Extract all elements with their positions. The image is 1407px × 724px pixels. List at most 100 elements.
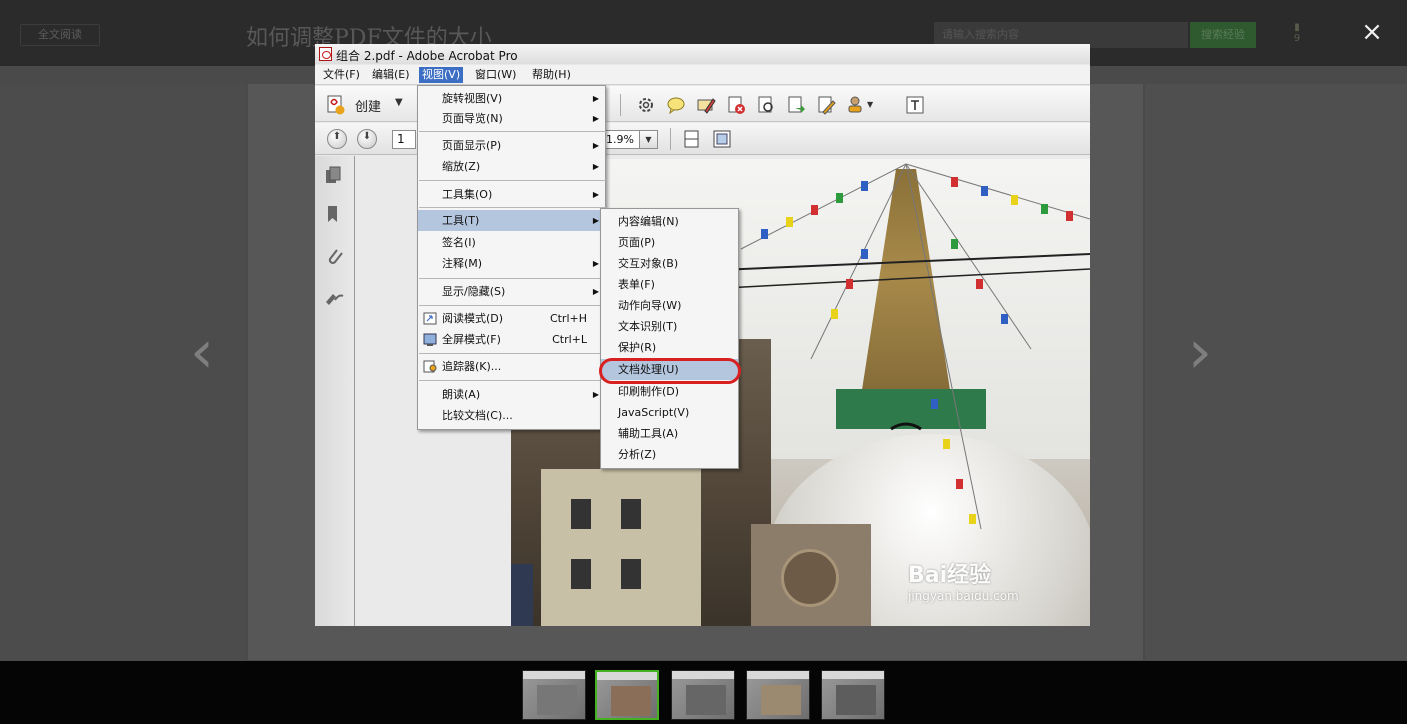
- read-mode-icon: [423, 312, 437, 325]
- menubar: 文件(F) 编辑(E) 视图(V) 窗口(W) 帮助(H): [315, 65, 1090, 85]
- submenu-item-action-wizard[interactable]: 动作向导(W): [601, 295, 738, 316]
- menu-item-read-aloud[interactable]: 朗读(A) ▶: [418, 384, 605, 405]
- submenu-arrow-icon: ▶: [592, 141, 599, 150]
- fulltext-read-button[interactable]: 全文阅读: [20, 24, 100, 46]
- menu-separator: [419, 207, 606, 208]
- previous-page-button[interactable]: ⬆: [327, 129, 347, 149]
- toolbar-separator: [670, 128, 671, 150]
- menu-help[interactable]: 帮助(H): [529, 67, 574, 83]
- arrow-down-icon: ⬇: [362, 131, 372, 142]
- create-pdf-icon[interactable]: [326, 94, 346, 116]
- signatures-icon[interactable]: [323, 286, 345, 308]
- window-titlebar: 组合 2.pdf - Adobe Acrobat Pro: [315, 44, 1090, 64]
- arrow-up-icon: ⬆: [332, 131, 342, 142]
- menu-item-page-display[interactable]: 页面显示(P) ▶: [418, 135, 605, 156]
- menu-separator: [419, 278, 606, 279]
- menu-item-comment[interactable]: 注释(M) ▶: [418, 253, 605, 274]
- submenu-item-forms[interactable]: 表单(F): [601, 274, 738, 295]
- menu-item-sign[interactable]: 签名(I): [418, 232, 605, 253]
- menu-edit[interactable]: 编辑(E): [369, 67, 413, 83]
- thumbnail-3[interactable]: [671, 670, 735, 720]
- submenu-item-analyze[interactable]: 分析(Z): [601, 444, 738, 465]
- menu-item-rotate-view[interactable]: 旋转视图(V) ▶: [418, 88, 605, 109]
- thumbnail-2[interactable]: [595, 670, 659, 720]
- previous-image-arrow-icon[interactable]: ‹: [190, 322, 214, 382]
- create-button[interactable]: 创建: [355, 96, 381, 115]
- menu-file[interactable]: 文件(F): [320, 67, 363, 83]
- submenu-arrow-icon: ▶: [592, 259, 599, 268]
- submenu-item-javascript[interactable]: JavaScript(V): [601, 402, 738, 423]
- menu-window[interactable]: 窗口(W): [472, 67, 519, 83]
- menu-item-full-screen[interactable]: 全屏模式(F) Ctrl+L: [418, 329, 605, 350]
- menu-item-read-mode[interactable]: 阅读模式(D) Ctrl+H: [418, 308, 605, 329]
- menu-item-show-hide[interactable]: 显示/隐藏(S) ▶: [418, 281, 605, 302]
- acrobat-app-icon: [319, 47, 332, 61]
- submenu-arrow-icon: ▶: [592, 162, 599, 171]
- page-search-icon[interactable]: [755, 94, 777, 116]
- submenu-item-content-editing[interactable]: 内容编辑(N): [601, 211, 738, 232]
- tracker-icon: [423, 360, 437, 373]
- like-count[interactable]: ▮ 9: [1286, 22, 1308, 44]
- window-title: 组合 2.pdf - Adobe Acrobat Pro: [336, 49, 518, 63]
- fit-width-icon[interactable]: [681, 128, 703, 150]
- submenu-item-text-recognition[interactable]: 文本识别(T): [601, 316, 738, 337]
- thumbnail-1[interactable]: [522, 670, 586, 720]
- attachments-icon[interactable]: [323, 245, 345, 267]
- tools-submenu-dropdown: 内容编辑(N) 页面(P) 交互对象(B) 表单(F) 动作向导(W) 文本识别…: [600, 208, 739, 469]
- submenu-arrow-icon: ▶: [592, 390, 599, 399]
- toolbar-separator: [620, 94, 621, 116]
- menu-item-page-navigation[interactable]: 页面导览(N) ▶: [418, 108, 605, 129]
- text-tool-icon[interactable]: [904, 94, 926, 116]
- zoom-input[interactable]: 1.9%: [604, 130, 640, 149]
- watermark-brand: Bai经验: [908, 563, 992, 588]
- menu-item-tracker[interactable]: 追踪器(K)...: [418, 356, 605, 377]
- photo-person: [511, 564, 533, 626]
- submenu-arrow-icon: ▶: [592, 114, 599, 123]
- menu-item-zoom[interactable]: 缩放(Z) ▶: [418, 156, 605, 177]
- menu-item-compare-documents[interactable]: 比较文档(C)...: [418, 405, 605, 426]
- page-thumbnails-icon[interactable]: [323, 164, 345, 186]
- search-button[interactable]: 搜索经验: [1190, 22, 1256, 48]
- submenu-item-interactive-objects[interactable]: 交互对象(B): [601, 253, 738, 274]
- navigation-panel: [315, 156, 355, 626]
- thumbnail-strip: [0, 661, 1407, 724]
- page-number-input[interactable]: 1: [392, 130, 416, 149]
- watermark-url: jingyan.baidu.com: [908, 589, 1019, 603]
- menu-item-tools[interactable]: 工具(T) ▶: [418, 210, 605, 231]
- next-image-arrow-icon[interactable]: ›: [1188, 322, 1212, 382]
- submenu-item-pages[interactable]: 页面(P): [601, 232, 738, 253]
- submenu-arrow-icon: ▶: [592, 287, 599, 296]
- submenu-arrow-icon: ▶: [592, 94, 599, 103]
- submenu-item-protection[interactable]: 保护(R): [601, 337, 738, 358]
- stamp-dropdown-icon[interactable]: ▼: [867, 100, 873, 109]
- menu-separator: [419, 180, 606, 181]
- close-viewer-button[interactable]: ×: [1358, 18, 1386, 46]
- red-annotation-highlight: [599, 358, 741, 384]
- next-page-button[interactable]: ⬇: [357, 129, 377, 149]
- baidu-jingyan-watermark: Bai经验 jingyan.baidu.com: [908, 557, 1088, 603]
- menu-separator: [419, 131, 606, 132]
- highlight-pen-icon[interactable]: [695, 94, 717, 116]
- bookmarks-icon[interactable]: [323, 203, 345, 225]
- menu-separator: [419, 305, 606, 306]
- background-right-panel: [1145, 84, 1407, 660]
- zoom-dropdown-button[interactable]: ▼: [640, 130, 658, 149]
- extract-page-icon[interactable]: [785, 94, 807, 116]
- submenu-item-accessibility[interactable]: 辅助工具(A): [601, 423, 738, 444]
- menu-view[interactable]: 视图(V): [419, 67, 464, 83]
- menu-item-toolsets[interactable]: 工具集(O) ▶: [418, 184, 605, 205]
- thumbnail-5[interactable]: [821, 670, 885, 720]
- thumbs-up-icon: ▮: [1294, 22, 1300, 33]
- edit-form-icon[interactable]: [815, 94, 837, 116]
- delete-page-icon[interactable]: [725, 94, 747, 116]
- submenu-item-print-production[interactable]: 印刷制作(D): [601, 381, 738, 402]
- create-dropdown-icon[interactable]: ▼: [395, 97, 403, 108]
- fit-page-icon[interactable]: [711, 128, 733, 150]
- thumbnail-4[interactable]: [746, 670, 810, 720]
- comment-icon[interactable]: [665, 94, 687, 116]
- submenu-arrow-icon: ▶: [592, 216, 599, 225]
- user-stamp-icon[interactable]: [845, 94, 867, 116]
- full-screen-icon: [423, 333, 437, 346]
- settings-icon[interactable]: [635, 94, 657, 116]
- view-menu-dropdown: 旋转视图(V) ▶ 页面导览(N) ▶ 页面显示(P) ▶ 缩放(Z) ▶ 工具集(O)…: [417, 85, 606, 430]
